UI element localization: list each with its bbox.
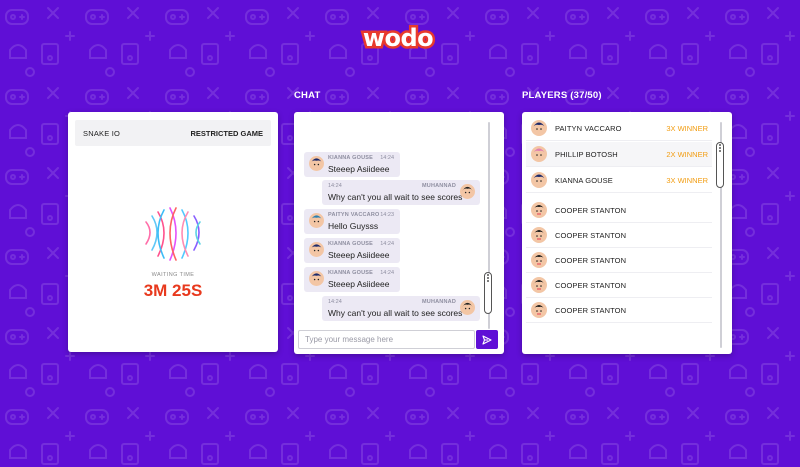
players-title: PLAYERS (37/50) <box>522 90 602 101</box>
waiting-label: WAITING TIME <box>151 272 195 278</box>
avatar <box>531 146 547 162</box>
chat-message: KIANNA GOUSE 14:24 Steeep Asiideee <box>304 152 400 177</box>
message-text: Steeep Asiideee <box>328 250 390 260</box>
send-icon <box>482 334 492 345</box>
player-name: PAITYN VACCARO <box>555 123 622 133</box>
chat-message: 14:24 MUHANNAD Why can't you all wait to … <box>322 296 480 321</box>
wodo-logo: wodo <box>360 22 436 54</box>
avatar <box>531 227 547 243</box>
player-row[interactable]: KIANNA GOUSE 3X WINNER <box>526 168 712 193</box>
chat-title: CHAT <box>294 90 321 101</box>
waiting-time: 3M 25S <box>143 281 203 300</box>
avatar <box>309 156 324 171</box>
player-name: COOPER STANTON <box>555 230 627 240</box>
message-sender: PAITYN VACCARO <box>328 212 380 218</box>
message-sender: MUHANNAD <box>422 183 456 189</box>
message-sender: KIANNA GOUSE <box>328 241 373 247</box>
player-row[interactable]: COOPER STANTON <box>526 248 712 273</box>
avatar <box>531 202 547 218</box>
message-sender: KIANNA GOUSE <box>328 270 373 276</box>
avatar <box>460 184 475 199</box>
avatar <box>531 172 547 188</box>
player-row[interactable]: PAITYN VACCARO 3X WINNER <box>526 116 712 141</box>
svg-text:wodo: wodo <box>363 24 433 52</box>
avatar <box>460 300 475 315</box>
chat-message: PAITYN VACCARO 14:23 Hello Guysss <box>304 209 400 234</box>
message-time: 14:24 <box>380 241 394 247</box>
winner-badge: 3X WINNER <box>666 175 708 185</box>
game-header: SNAKE IO RESTRICTED GAME <box>75 120 271 146</box>
game-name: SNAKE IO <box>83 128 121 138</box>
player-row[interactable]: COOPER STANTON <box>526 273 712 298</box>
players-scrollbar[interactable] <box>716 142 724 188</box>
game-mode: RESTRICTED GAME <box>190 128 263 138</box>
avatar <box>531 120 547 136</box>
message-text: Steeep Asiideee <box>328 164 390 174</box>
winner-badge: 3X WINNER <box>666 123 708 133</box>
avatar <box>309 242 324 257</box>
avatar <box>531 277 547 293</box>
avatar <box>309 213 324 228</box>
chat-message: KIANNA GOUSE 14:24 Steeep Asiideee <box>304 238 400 263</box>
chat-scrollbar[interactable] <box>484 272 492 314</box>
chat-card: KIANNA GOUSE 14:24 Steeep Asiideee 14:24 M… <box>294 112 504 354</box>
avatar <box>531 302 547 318</box>
waiting-wave-icon <box>145 207 201 261</box>
message-time: 14:23 <box>380 212 394 218</box>
player-name: COOPER STANTON <box>555 255 627 265</box>
player-name: COOPER STANTON <box>555 280 627 290</box>
message-input[interactable]: Type your message here <box>298 330 475 349</box>
message-time: 14:24 <box>380 270 394 276</box>
message-sender: KIANNA GOUSE <box>328 155 373 161</box>
avatar <box>531 252 547 268</box>
player-row[interactable]: COOPER STANTON <box>526 223 712 248</box>
player-row[interactable]: COOPER STANTON <box>526 298 712 323</box>
avatar <box>309 271 324 286</box>
player-name: KIANNA GOUSE <box>555 175 613 185</box>
send-button[interactable] <box>476 330 498 349</box>
player-name: COOPER STANTON <box>555 205 627 215</box>
message-text: Hello Guysss <box>328 221 379 231</box>
player-row[interactable]: PHILLIP BOTOSH 2X WINNER <box>526 142 712 167</box>
player-name: PHILLIP BOTOSH <box>555 149 618 159</box>
message-time: 14:24 <box>380 155 394 161</box>
message-time: 14:24 <box>328 299 342 305</box>
player-row[interactable]: COOPER STANTON <box>526 198 712 223</box>
message-text: Why can't you all wait to see scores <box>328 192 463 202</box>
chat-message: 14:24 MUHANNAD Why can't you all wait to … <box>322 180 480 205</box>
message-time: 14:24 <box>328 183 342 189</box>
players-card: PAITYN VACCARO 3X WINNER PHILLIP BOTOSH … <box>522 112 732 354</box>
chat-message: KIANNA GOUSE 14:24 Steeep Asiideee <box>304 267 400 292</box>
message-sender: MUHANNAD <box>422 299 456 305</box>
game-card: SNAKE IO RESTRICTED GAME WAITING TIME 3M… <box>68 112 278 352</box>
message-text: Steeep Asiideee <box>328 279 390 289</box>
winner-badge: 2X WINNER <box>666 149 708 159</box>
message-text: Why can't you all wait to see scores <box>328 308 463 318</box>
player-name: COOPER STANTON <box>555 305 627 315</box>
